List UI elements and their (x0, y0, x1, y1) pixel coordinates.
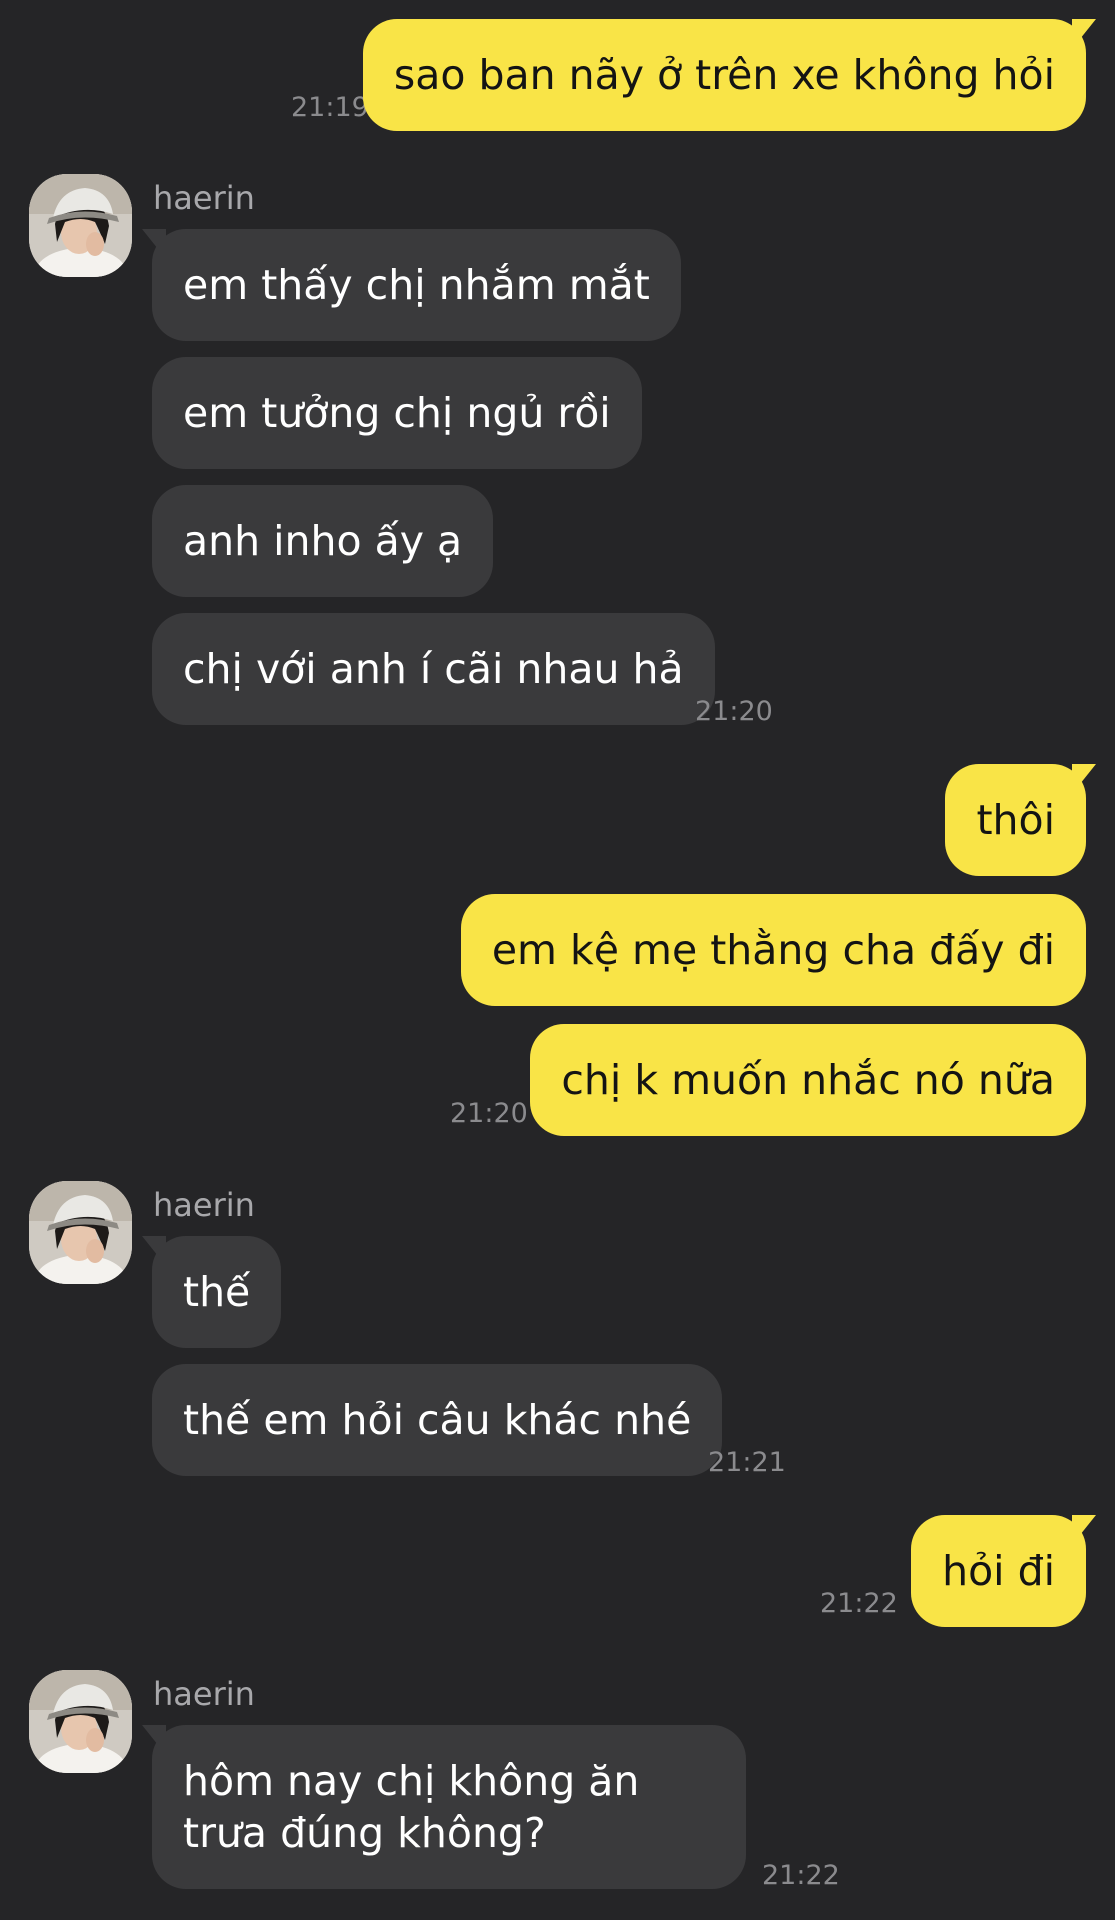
contact-avatar[interactable] (29, 1670, 132, 1773)
incoming-message-bubble[interactable]: em thấy chị nhắm mắt (142, 229, 681, 341)
chat-thread[interactable]: 21:19 sao ban nãy ở trên xe không hỏi ha… (0, 0, 1115, 1920)
incoming-message-bubble[interactable]: anh inho ấy ạ (152, 485, 494, 597)
message-time: 21:20 (695, 696, 773, 727)
message-text: chị k muốn nhắc nó nữa (561, 1056, 1055, 1104)
outgoing-message-bubble[interactable]: thôi (945, 764, 1096, 876)
profile-photo-icon (29, 174, 132, 277)
outgoing-message-bubble[interactable]: sao ban nãy ở trên xe không hỏi (362, 19, 1096, 131)
outgoing-message-bubble[interactable]: em kệ mẹ thằng cha đấy đi (460, 894, 1086, 1006)
message-text: thế (183, 1268, 251, 1316)
sender-name: haerin (153, 1675, 255, 1713)
message-text: em tưởng chị ngủ rồi (183, 389, 611, 437)
profile-photo-icon (29, 1181, 132, 1284)
incoming-message-bubble[interactable]: hôm nay chị không ăn trưa đúng không? (142, 1725, 746, 1889)
contact-avatar[interactable] (29, 174, 132, 277)
incoming-message-bubble[interactable]: chị với anh í cãi nhau hả (152, 613, 715, 725)
message-text: chị với anh í cãi nhau hả (183, 645, 684, 693)
message-time: 21:20 (450, 1098, 528, 1129)
message-text: anh inho ấy ạ (183, 517, 463, 565)
profile-photo-icon (29, 1670, 132, 1773)
message-text: thế em hỏi câu khác nhé (183, 1396, 692, 1444)
message-time: 21:22 (762, 1860, 840, 1891)
incoming-message-bubble[interactable]: em tưởng chị ngủ rồi (152, 357, 642, 469)
message-time: 21:21 (708, 1447, 786, 1478)
sender-name: haerin (153, 1186, 255, 1224)
incoming-message-bubble[interactable]: thế em hỏi câu khác nhé (152, 1364, 723, 1476)
contact-avatar[interactable] (29, 1181, 132, 1284)
outgoing-message-bubble[interactable]: chị k muốn nhắc nó nữa (530, 1024, 1086, 1136)
message-text: em thấy chị nhắm mắt (183, 261, 650, 309)
outgoing-message-bubble[interactable]: hỏi đi (911, 1515, 1096, 1627)
message-text: hỏi đi (942, 1547, 1055, 1595)
sender-name: haerin (153, 179, 255, 217)
message-text: em kệ mẹ thằng cha đấy đi (491, 926, 1055, 974)
incoming-message-bubble[interactable]: thế (142, 1236, 282, 1348)
message-time: 21:22 (820, 1588, 898, 1619)
message-time: 21:19 (291, 92, 369, 123)
message-text: hôm nay chị không ăn trưa đúng không? (183, 1757, 640, 1857)
message-text: sao ban nãy ở trên xe không hỏi (393, 51, 1055, 99)
message-text: thôi (976, 796, 1055, 844)
